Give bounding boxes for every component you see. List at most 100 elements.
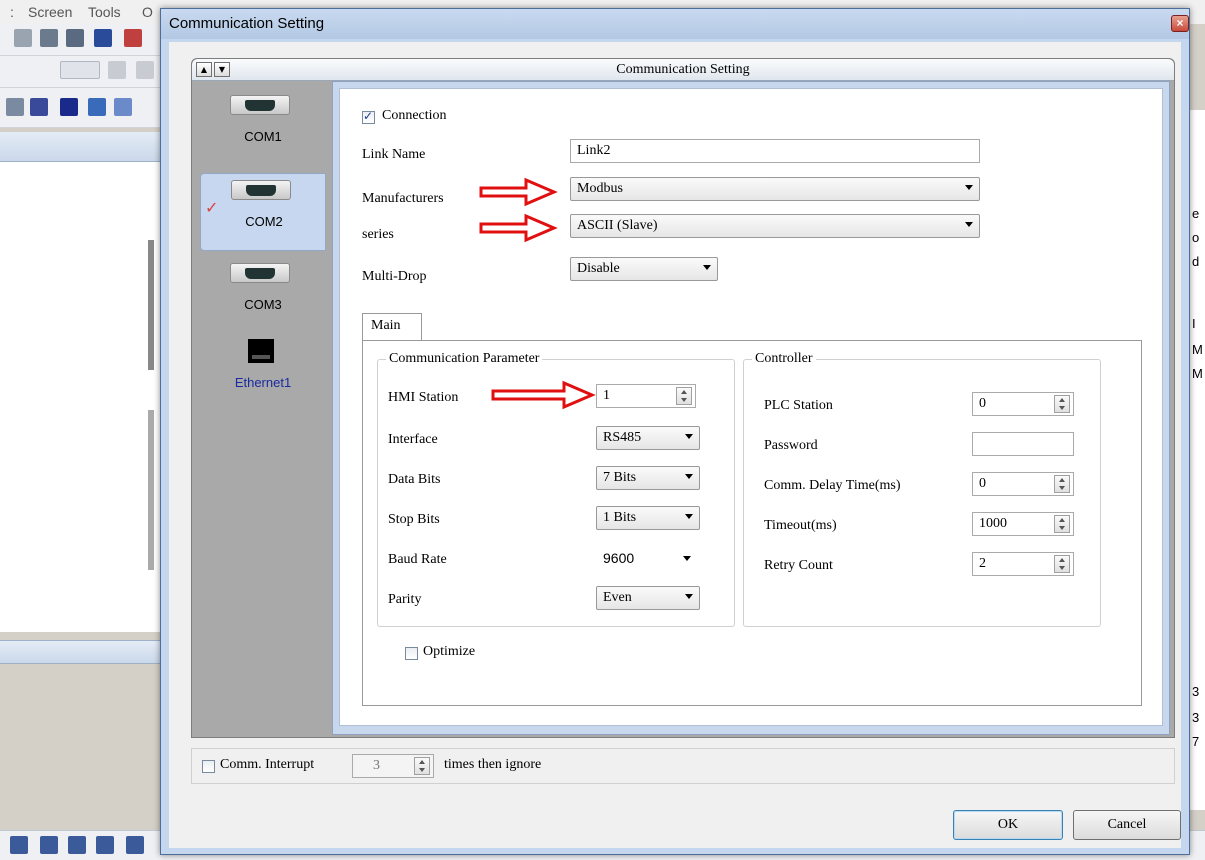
hmi-station-label: HMI Station xyxy=(388,390,459,405)
dialog-title: Communication Setting xyxy=(169,15,325,32)
background-scroll-mark xyxy=(148,240,154,370)
copy-icon[interactable] xyxy=(40,29,58,47)
chevron-down-icon xyxy=(685,594,693,599)
strip-char: 3 xyxy=(1192,710,1200,725)
layout-icon-5[interactable] xyxy=(126,836,144,854)
connection-checkbox[interactable] xyxy=(362,109,375,124)
stop-bits-value: 1 Bits xyxy=(603,510,637,525)
chevron-down-icon xyxy=(685,514,693,519)
cut-icon[interactable] xyxy=(14,29,32,47)
data-bits-value: 7 Bits xyxy=(603,470,637,485)
background-toolbar-2 xyxy=(0,56,160,88)
close-button[interactable]: × xyxy=(1171,15,1189,32)
find-icon[interactable] xyxy=(94,29,112,47)
strip-char: e xyxy=(1192,206,1200,221)
background-toolbar-1 xyxy=(0,24,160,56)
chart-icon[interactable] xyxy=(114,98,132,116)
cancel-button[interactable]: Cancel xyxy=(1073,810,1181,840)
spin-arrows-icon[interactable] xyxy=(676,387,692,405)
optimize-checkbox[interactable] xyxy=(405,647,418,660)
retry-label: Retry Count xyxy=(764,558,833,573)
note-icon[interactable] xyxy=(60,98,78,116)
interrupt-count-value: 3 xyxy=(373,758,380,773)
layout-icon-4[interactable] xyxy=(96,836,114,854)
menu-separator: : xyxy=(10,4,14,20)
baud-rate-label: Baud Rate xyxy=(388,552,447,567)
layout-icon-3[interactable] xyxy=(68,836,86,854)
counter-icon[interactable] xyxy=(6,98,24,116)
delay-label: Comm. Delay Time(ms) xyxy=(764,478,901,493)
interrupt-suffix: times then ignore xyxy=(444,757,542,772)
baud-rate-combobox[interactable]: 9600 xyxy=(596,546,700,570)
menu-screen[interactable]: Screen xyxy=(28,4,72,20)
align-icon-2[interactable] xyxy=(136,61,154,79)
manufacturers-label: Manufacturers xyxy=(362,191,444,206)
background-left-panel xyxy=(0,132,160,632)
series-label: series xyxy=(362,227,394,242)
port-item-com3[interactable]: COM3 xyxy=(200,257,326,335)
trend-icon[interactable] xyxy=(88,98,106,116)
chevron-down-icon xyxy=(703,265,711,270)
menu-options[interactable]: O xyxy=(142,4,153,20)
port-list: COM1 ✓ COM2 COM3 Ethernet1 xyxy=(192,81,332,739)
background-panel-header xyxy=(0,132,160,162)
serial-port-icon xyxy=(230,95,290,115)
comm-interrupt-checkbox[interactable] xyxy=(202,760,215,773)
password-label: Password xyxy=(764,438,818,453)
interrupt-count-stepper[interactable]: 3 xyxy=(352,754,434,778)
spin-arrows-icon[interactable] xyxy=(1054,475,1070,493)
baud-rate-value: 9600 xyxy=(603,550,635,566)
data-bits-dropdown[interactable]: 7 Bits xyxy=(596,466,700,490)
manufacturers-dropdown[interactable]: Modbus xyxy=(570,177,980,201)
timeout-stepper[interactable]: 1000 xyxy=(972,512,1074,536)
spin-arrows-icon[interactable] xyxy=(1054,395,1070,413)
comm-interrupt-label: Comm. Interrupt xyxy=(220,757,315,772)
multidrop-value: Disable xyxy=(577,261,620,276)
dialog-titlebar[interactable]: Communication Setting × xyxy=(161,9,1189,39)
plc-station-stepper[interactable]: 0 xyxy=(972,392,1074,416)
spin-arrows-icon[interactable] xyxy=(414,757,430,775)
chevron-down-icon xyxy=(685,434,693,439)
interface-label: Interface xyxy=(388,432,438,447)
spin-arrows-icon[interactable] xyxy=(1054,515,1070,533)
hmi-station-stepper[interactable]: 1 xyxy=(596,384,696,408)
port-item-com2[interactable]: ✓ COM2 xyxy=(200,173,326,251)
stop-bits-dropdown[interactable]: 1 Bits xyxy=(596,506,700,530)
frame-icon[interactable] xyxy=(30,98,48,116)
port-label: COM3 xyxy=(244,297,282,312)
delay-value: 0 xyxy=(979,476,986,491)
link-name-input[interactable]: Link2 xyxy=(570,139,980,163)
parity-dropdown[interactable]: Even xyxy=(596,586,700,610)
stop-bits-label: Stop Bits xyxy=(388,512,440,527)
retry-stepper[interactable]: 2 xyxy=(972,552,1074,576)
spin-arrows-icon[interactable] xyxy=(1054,555,1070,573)
connection-label: Connection xyxy=(382,108,447,123)
dropdown-icon[interactable] xyxy=(60,61,100,79)
align-icon[interactable] xyxy=(108,61,126,79)
interface-dropdown[interactable]: RS485 xyxy=(596,426,700,450)
tool-icon[interactable] xyxy=(124,29,142,47)
background-toolbar-3 xyxy=(0,88,160,128)
frame-header: ▲ ▼ Communication Setting xyxy=(192,59,1174,81)
delay-stepper[interactable]: 0 xyxy=(972,472,1074,496)
chevron-down-icon xyxy=(685,474,693,479)
tab-main[interactable]: Main xyxy=(362,313,422,341)
series-dropdown[interactable]: ASCII (Slave) xyxy=(570,214,980,238)
background-panel-header-2 xyxy=(0,640,160,664)
layout-icon-2[interactable] xyxy=(40,836,58,854)
controller-title: Controller xyxy=(752,351,816,367)
multidrop-dropdown[interactable]: Disable xyxy=(570,257,718,281)
controller-group: Controller PLC Station 0 Password Comm. … xyxy=(743,351,1101,627)
layout-icon[interactable] xyxy=(10,836,28,854)
port-label: COM2 xyxy=(245,214,283,229)
menu-tools[interactable]: Tools xyxy=(88,4,121,20)
paste-icon[interactable] xyxy=(66,29,84,47)
password-input[interactable] xyxy=(972,432,1074,456)
port-item-com1[interactable]: COM1 xyxy=(200,89,326,167)
ok-button[interactable]: OK xyxy=(953,810,1063,840)
frame-header-title: Communication Setting xyxy=(616,62,750,77)
port-item-ethernet1[interactable]: Ethernet1 xyxy=(200,333,326,411)
chevron-down-icon xyxy=(965,185,973,190)
port-settings-panel: Connection Link Name Link2 Manufacturers… xyxy=(332,81,1170,735)
settings-frame: ▲ ▼ Communication Setting COM1 ✓ COM2 CO… xyxy=(191,58,1175,738)
